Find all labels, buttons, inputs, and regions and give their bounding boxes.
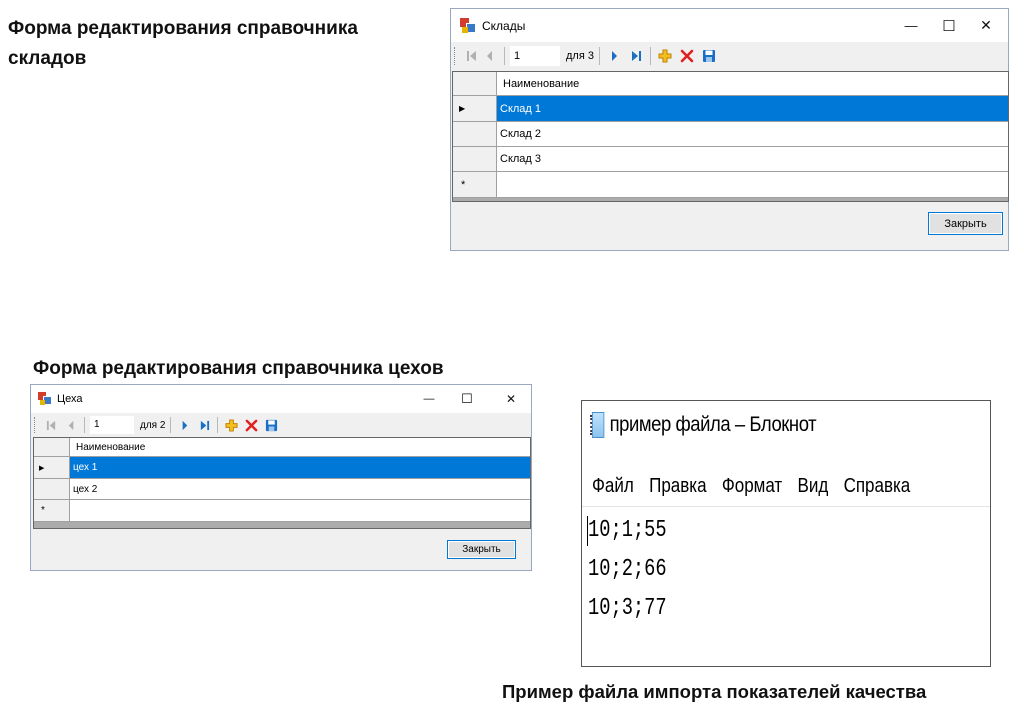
- warehouses-data-grid: Наименование ▶ Склад 1 Склад 2 Склад 3 *: [452, 71, 1009, 202]
- current-row-icon[interactable]: ▶: [34, 457, 70, 478]
- table-cell-new[interactable]: [70, 500, 530, 521]
- toolbar-separator: [170, 417, 172, 433]
- move-first-icon[interactable]: [463, 47, 481, 65]
- move-next-icon[interactable]: [605, 47, 623, 65]
- toolbar-separator: [504, 47, 505, 65]
- maximize-icon[interactable]: ☐: [449, 385, 485, 413]
- record-count-label: для 3: [566, 50, 594, 62]
- table-row[interactable]: Склад 2: [453, 122, 1008, 147]
- notepad-menubar: Файл Правка Формат Вид Справка: [592, 475, 910, 498]
- window-title: Склады: [482, 18, 526, 33]
- notepad-title: пример файла – Блокнот: [609, 413, 817, 436]
- toolbar-separator: [649, 47, 651, 65]
- caption-import-file-example: Пример файла импорта показателей качеств…: [502, 681, 927, 702]
- delete-icon[interactable]: [243, 417, 259, 433]
- table-cell-name[interactable]: Склад 2: [497, 122, 1008, 146]
- toolbar-separator: [217, 417, 219, 433]
- grid-header-row: Наименование: [34, 438, 530, 457]
- table-cell-name[interactable]: цех 2: [70, 479, 530, 499]
- row-header[interactable]: [34, 479, 70, 499]
- toolbar-grip[interactable]: [34, 417, 37, 433]
- new-row[interactable]: *: [453, 172, 1008, 198]
- notepad-titlebar: пример файла – Блокнот: [590, 412, 817, 438]
- table-cell-name[interactable]: Склад 1: [497, 96, 1008, 121]
- position-input[interactable]: 1: [90, 416, 134, 434]
- menu-edit[interactable]: Правка: [649, 475, 706, 498]
- workshops-data-grid: Наименование ▶ цех 1 цех 2 *: [33, 437, 531, 529]
- close-icon[interactable]: ✕: [493, 385, 529, 413]
- grid-header-row: Наименование: [453, 72, 1008, 96]
- binding-navigator: 1 для 2: [31, 413, 531, 437]
- menu-view[interactable]: Вид: [798, 475, 829, 498]
- table-row[interactable]: ▶ цех 1: [34, 457, 530, 479]
- text-line: 10;2;66: [588, 556, 667, 583]
- menubar-divider: [582, 506, 990, 507]
- toolbar-separator: [598, 47, 600, 65]
- table-row[interactable]: Склад 3: [453, 147, 1008, 172]
- menu-file[interactable]: Файл: [592, 475, 634, 498]
- row-header[interactable]: [453, 147, 497, 171]
- save-icon[interactable]: [263, 417, 279, 433]
- move-next-icon[interactable]: [176, 417, 192, 433]
- column-header-name[interactable]: Наименование: [497, 72, 579, 95]
- column-header-name[interactable]: Наименование: [70, 438, 145, 456]
- warehouses-window: Склады — ☐ ✕ 1 для 3 Наименование ▶ Скла…: [450, 8, 1009, 251]
- window-title: Цеха: [57, 393, 83, 405]
- grid-corner-header[interactable]: [453, 72, 497, 95]
- notepad-window: пример файла – Блокнот Файл Правка Форма…: [581, 400, 991, 667]
- minimize-icon[interactable]: —: [891, 9, 931, 42]
- menu-format[interactable]: Формат: [722, 475, 782, 498]
- notepad-text-area[interactable]: 10;1;55 10;2;66 10;3;77: [588, 511, 667, 628]
- table-row[interactable]: цех 2: [34, 479, 530, 500]
- warehouses-titlebar: Склады — ☐ ✕: [451, 9, 1008, 42]
- form-app-icon: [460, 17, 476, 34]
- add-new-icon[interactable]: [223, 417, 239, 433]
- new-row-marker: *: [34, 500, 70, 521]
- text-line: 10;3;77: [588, 595, 667, 622]
- form-app-icon: [38, 392, 52, 406]
- current-row-icon[interactable]: ▶: [453, 96, 497, 121]
- maximize-icon[interactable]: ☐: [929, 9, 969, 42]
- close-button[interactable]: Закрыть: [447, 540, 516, 559]
- table-cell-name[interactable]: Склад 3: [497, 147, 1008, 171]
- table-cell-new[interactable]: [497, 172, 1008, 197]
- record-count-label: для 2: [140, 419, 166, 431]
- toolbar-grip[interactable]: [454, 47, 457, 65]
- move-previous-icon[interactable]: [481, 47, 499, 65]
- delete-icon[interactable]: [678, 47, 696, 65]
- text-line: 10;1;55: [588, 517, 667, 544]
- workshops-window: Цеха — ☐ ✕ 1 для 2 Наименование ▶ цех 1 …: [30, 384, 532, 571]
- caption-workshops-form: Форма редактирования справочника цехов: [33, 358, 444, 379]
- table-row[interactable]: ▶ Склад 1: [453, 96, 1008, 122]
- table-cell-name[interactable]: цех 1: [70, 457, 530, 478]
- move-first-icon[interactable]: [43, 417, 59, 433]
- new-row-marker: *: [453, 172, 497, 197]
- move-last-icon[interactable]: [196, 417, 212, 433]
- notepad-icon: [590, 412, 605, 438]
- toolbar-separator: [84, 417, 85, 433]
- caption-warehouses-form: Форма редактирования справочника складов: [8, 18, 358, 69]
- binding-navigator: 1 для 3: [451, 42, 1008, 70]
- new-row[interactable]: *: [34, 500, 530, 522]
- add-new-icon[interactable]: [656, 47, 674, 65]
- close-icon[interactable]: ✕: [966, 9, 1006, 42]
- minimize-icon[interactable]: —: [411, 385, 447, 413]
- move-last-icon[interactable]: [627, 47, 645, 65]
- grid-corner-header[interactable]: [34, 438, 70, 456]
- move-previous-icon[interactable]: [63, 417, 79, 433]
- close-button[interactable]: Закрыть: [928, 212, 1003, 235]
- menu-help[interactable]: Справка: [844, 475, 911, 498]
- row-header[interactable]: [453, 122, 497, 146]
- position-input[interactable]: 1: [510, 46, 560, 66]
- save-icon[interactable]: [700, 47, 718, 65]
- workshops-titlebar: Цеха — ☐ ✕: [31, 385, 531, 413]
